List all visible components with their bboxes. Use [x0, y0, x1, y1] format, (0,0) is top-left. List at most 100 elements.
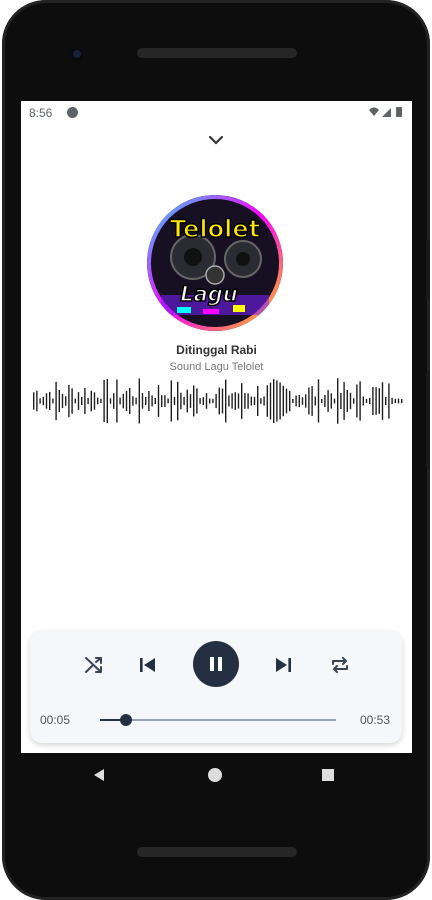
waveform-bar	[372, 386, 374, 415]
waveform-bar	[87, 397, 89, 405]
nav-recents-icon[interactable]	[320, 767, 336, 783]
nav-home-icon[interactable]	[207, 767, 223, 783]
waveform-bar	[55, 381, 57, 421]
waveform-bar	[365, 398, 368, 403]
waveform-bar	[65, 396, 67, 406]
waveform-bar	[314, 396, 316, 406]
waveform-bar	[327, 390, 329, 412]
waveform-bar	[369, 397, 371, 404]
waveform-bar	[49, 391, 51, 410]
waveform-bar	[285, 388, 288, 414]
waveform-bar	[359, 381, 361, 421]
album-art-subtitle: Lagu	[180, 282, 238, 306]
waveform-bar	[375, 387, 377, 415]
waveform-bar	[164, 395, 166, 407]
waveform-bar	[356, 384, 358, 418]
waveform-bar	[263, 396, 265, 406]
album-art: Telolet Lagu	[147, 195, 283, 331]
waveform-bar	[378, 388, 380, 414]
wifi-icon	[369, 107, 379, 116]
waveform-bar	[397, 398, 400, 404]
waveform-bar	[61, 393, 64, 408]
skip-next-icon	[276, 658, 291, 672]
power-button	[426, 370, 430, 470]
seek-bar[interactable]	[100, 714, 336, 726]
waveform-bar	[241, 383, 243, 419]
bottom-speaker	[137, 847, 297, 857]
waveform-bar	[388, 383, 390, 419]
waveform-bar	[199, 398, 201, 404]
skip-previous-icon	[140, 658, 155, 672]
waveform-bar	[362, 396, 364, 406]
seek-bar-thumb[interactable]	[119, 714, 132, 726]
battery-icon	[396, 107, 402, 117]
waveform-bar	[135, 397, 137, 405]
waveform-bar	[71, 388, 73, 414]
waveform-bar	[189, 394, 192, 408]
waveform-bar	[295, 395, 297, 407]
waveform-bar	[205, 393, 208, 409]
shuffle-button[interactable]	[80, 651, 108, 679]
waveform-bar	[93, 392, 96, 410]
waveform-bar	[260, 398, 262, 404]
waveform-bar	[52, 398, 54, 404]
waveform-bar	[244, 393, 246, 409]
waveform-bar	[317, 379, 320, 423]
waveform-bar	[74, 398, 76, 404]
nav-back-icon[interactable]	[91, 767, 107, 783]
waveform-bar	[106, 379, 108, 423]
waveform-bar	[39, 398, 41, 404]
waveform-bar	[180, 392, 182, 410]
play-pause-button[interactable]	[193, 641, 239, 687]
song-title: Ditinggal Rabi	[176, 343, 257, 357]
waveform-bar	[100, 398, 102, 404]
waveform-bar	[250, 396, 252, 406]
waveform-bar	[385, 397, 387, 405]
waveform-bar	[36, 390, 38, 412]
waveform-bar	[157, 385, 160, 417]
next-button[interactable]	[269, 651, 297, 679]
waveform-bar	[145, 397, 147, 406]
waveform-bar	[170, 380, 172, 422]
waveform-bar	[321, 399, 323, 403]
waveform-bar	[324, 394, 326, 408]
waveform-bar	[193, 385, 195, 417]
elapsed-time: 00:05	[40, 713, 71, 727]
waveform-bar	[173, 396, 176, 406]
waveform-bar	[273, 379, 275, 423]
waveform-bar	[333, 398, 336, 404]
waveform-bar	[305, 394, 307, 408]
waveform-bar	[394, 398, 396, 404]
waveform-bar	[154, 398, 156, 405]
waveform-bar	[292, 398, 294, 403]
waveform-bar	[141, 393, 144, 409]
app-screen: 8:56 Telolet Lagu Ditinggal Rabi Sound L…	[21, 101, 412, 753]
waveform-bar	[81, 396, 83, 405]
waveform-visualizer	[33, 378, 403, 424]
waveform-bar	[221, 388, 224, 414]
waveform-bar	[84, 387, 86, 415]
waveform-bar	[138, 378, 140, 424]
waveform-bar	[42, 396, 44, 406]
waveform-bar	[337, 378, 339, 424]
status-icons	[368, 106, 404, 121]
repeat-button[interactable]	[326, 651, 354, 679]
pause-icon	[210, 657, 222, 671]
shuffle-icon	[85, 657, 102, 673]
waveform-bar	[298, 395, 300, 408]
waveform-bar	[225, 379, 227, 423]
waveform-bar	[103, 380, 105, 422]
volume-button	[426, 240, 430, 300]
signal-icon	[382, 108, 391, 117]
waveform-bar	[330, 393, 332, 409]
waveform-bar	[311, 386, 313, 416]
waveform-bar	[266, 385, 268, 417]
previous-button[interactable]	[134, 651, 162, 679]
waveform-bar	[125, 390, 128, 412]
waveform-bar	[349, 392, 352, 410]
waveform-bar	[196, 388, 198, 414]
collapse-chevron-icon[interactable]	[206, 133, 226, 147]
waveform-bar	[231, 393, 233, 409]
top-speaker	[137, 48, 297, 58]
waveform-bar	[33, 392, 35, 410]
